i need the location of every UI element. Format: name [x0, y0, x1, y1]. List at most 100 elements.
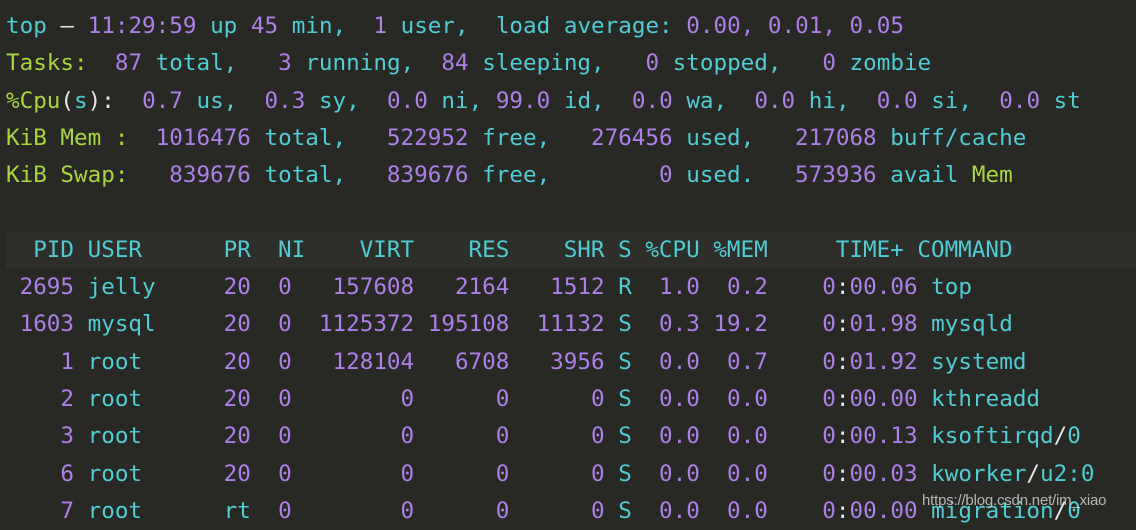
mem-used-value: 276456 [590, 124, 673, 151]
cpu-st-value: 0.0 [999, 87, 1041, 114]
cpu-hi-value: 0.0 [754, 87, 796, 114]
cell-time: 0:01.92 [822, 348, 918, 375]
table-row[interactable]: 3 root 20 0 0 0 0 S 0.0 0.0 0:00.13 ksof… [6, 418, 1136, 455]
mem-total-word: total, [264, 124, 347, 151]
uptime-value: 45 [250, 13, 279, 39]
cpu-si-value: 0.0 [876, 87, 918, 114]
table-row[interactable]: 1603 mysql 20 0 1125372 195108 11132 S 0… [6, 306, 1136, 343]
swap-avail-mem-label: Mem [971, 162, 1013, 189]
tasks-zombie-value: 0 [822, 50, 836, 77]
process-table-body: 2695 jelly 20 0 157608 2164 1512 R 1.0 0… [6, 269, 1136, 530]
cpu-label: %Cpu [6, 87, 61, 114]
swap-avail-value: 573936 [795, 162, 877, 189]
swap-total-value: 839676 [169, 162, 251, 189]
cell-command: ksoftirqd/0 [931, 423, 1081, 450]
cell-res: 2164 [414, 274, 510, 301]
cell-command: kthreadd [931, 385, 1041, 412]
tasks-stopped-word: stopped, [672, 50, 782, 77]
cell-mem: 19.2 [713, 311, 768, 338]
cpu-si-word: si, [931, 87, 973, 114]
cell-time: 0:00.00 [822, 497, 918, 524]
cell-user: root [87, 348, 211, 375]
program-name: top [6, 13, 47, 39]
cell-mem: 0.2 [713, 274, 768, 301]
cell-ni: 0 [264, 497, 292, 524]
cpu-wa-value: 0.0 [631, 87, 673, 114]
cell-command: systemd [931, 348, 1027, 375]
cell-command: top [931, 274, 972, 301]
cpu-id-value: 99.0 [495, 87, 551, 114]
cell-cpu: 0.3 [645, 311, 700, 338]
cell-status: S [618, 423, 632, 450]
tasks-zombie-word: zombie [849, 50, 932, 77]
cell-pid: 1603 [6, 311, 75, 338]
cell-cpu: 0.0 [645, 497, 700, 524]
mem-used-word: used, [686, 124, 755, 151]
cell-pr: 20 [210, 385, 251, 412]
cpu-label-s: s [74, 87, 88, 114]
uptime-line: top — 11:29:59 up 45 min, 1 user, load a… [6, 8, 1136, 45]
users-count: 1 [373, 13, 387, 39]
load-avg-5min: 0.01, [767, 13, 836, 39]
cell-cpu: 0.0 [645, 385, 700, 412]
cell-pr: 20 [210, 423, 251, 450]
swap-used-word: used. [686, 162, 755, 189]
cell-status: S [618, 348, 632, 375]
cpu-paren-open: ( [60, 87, 75, 114]
table-row[interactable]: 1 root 20 0 128104 6708 3956 S 0.0 0.7 0… [6, 344, 1136, 381]
cell-virt: 0 [305, 423, 415, 450]
table-row[interactable]: 6 root 20 0 0 0 0 S 0.0 0.0 0:00.03 kwor… [6, 456, 1136, 493]
cell-user: root [87, 460, 211, 487]
tasks-stopped-value: 0 [645, 50, 660, 77]
cell-res: 0 [414, 460, 510, 487]
cell-shr: 0 [509, 385, 605, 412]
cpu-hi-word: hi, [808, 87, 850, 114]
cell-virt: 0 [305, 460, 415, 487]
cpu-id-word: id, [563, 87, 605, 114]
cell-pid: 2 [6, 385, 75, 412]
tasks-total-value: 87 [114, 50, 143, 77]
cell-shr: 0 [509, 497, 605, 524]
cell-ni: 0 [264, 274, 292, 301]
cpu-line: %Cpu(s): 0.7 us, 0.3 sy, 0.0 ni, 99.0 id… [6, 83, 1136, 120]
cell-cpu: 0.0 [645, 460, 700, 487]
cell-command: kworker/u2:0 [931, 460, 1095, 487]
current-time: 11:29:59 [87, 13, 197, 39]
cell-shr: 3956 [509, 348, 605, 375]
tasks-running-value: 3 [278, 50, 292, 77]
cpu-us-word: us, [196, 87, 238, 114]
cpu-sy-value: 0.3 [264, 87, 306, 114]
cell-pid: 7 [6, 497, 75, 524]
cell-res: 6708 [414, 348, 510, 375]
mem-buff-word: buff/cache [890, 124, 1027, 151]
mem-buff-value: 217068 [795, 124, 877, 151]
cpu-st-word: st [1053, 87, 1081, 114]
cell-virt: 128104 [305, 348, 415, 375]
mem-free-value: 522952 [386, 124, 469, 151]
cell-time: 0:00.00 [822, 385, 918, 412]
cell-status: S [618, 311, 632, 338]
cell-res: 0 [414, 497, 510, 524]
cell-cpu: 0.0 [645, 348, 700, 375]
cell-time: 0:01.98 [822, 311, 918, 338]
watermark-text: https://blog.csdn.net/im_xiao [922, 492, 1107, 509]
table-row[interactable]: 2 root 20 0 0 0 0 S 0.0 0.0 0:00.00 kthr… [6, 381, 1136, 418]
cell-user: root [87, 497, 211, 524]
cell-virt: 1125372 [305, 311, 415, 338]
process-table-header[interactable]: PID USER PR NI VIRT RES SHR S %CPU %MEM … [6, 231, 1136, 270]
cpu-ni-value: 0.0 [386, 87, 428, 114]
cell-ni: 0 [264, 348, 292, 375]
dash-separator: — [60, 13, 75, 39]
cell-pr: 20 [210, 348, 251, 375]
process-table-header-text: PID USER PR NI VIRT RES SHR S %CPU %MEM … [6, 231, 1136, 270]
mem-free-word: free, [482, 124, 551, 151]
cell-pr: 20 [210, 274, 251, 301]
table-row[interactable]: 2695 jelly 20 0 157608 2164 1512 R 1.0 0… [6, 269, 1136, 306]
tasks-running-word: running, [305, 50, 415, 77]
terminal-window: top — 11:29:59 up 45 min, 1 user, load a… [0, 0, 1136, 526]
cell-command: mysqld [931, 311, 1013, 338]
cell-mem: 0.7 [713, 348, 768, 375]
cpu-us-value: 0.7 [142, 87, 183, 114]
cell-ni: 0 [264, 385, 292, 412]
